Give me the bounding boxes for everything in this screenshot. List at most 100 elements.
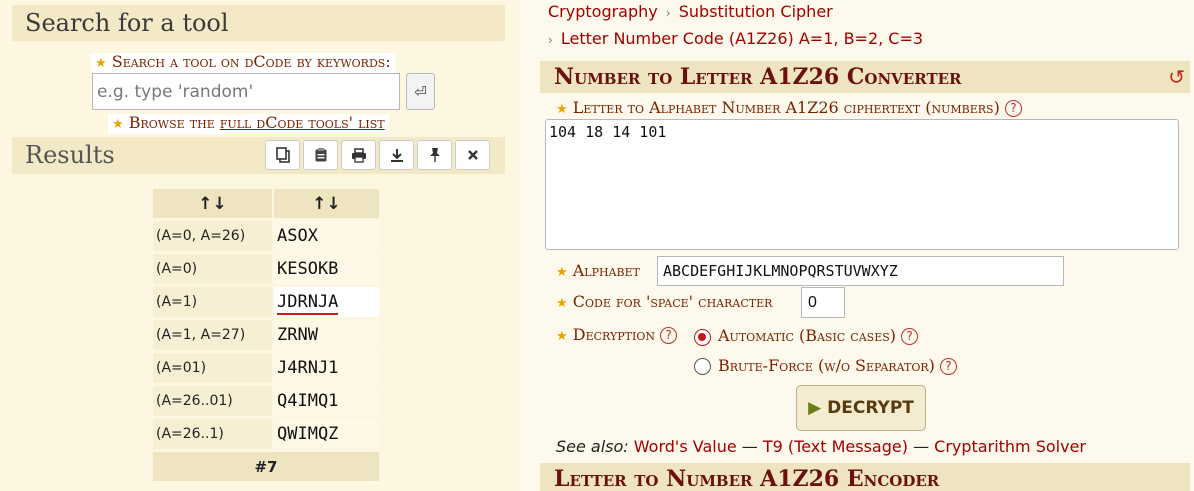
option-brute-force-text: Brute-Force (w/o Separator): [718, 356, 935, 375]
row-condition: (A=1): [153, 287, 272, 317]
option-automatic-text: Automatic (Basic cases): [718, 326, 897, 345]
converter-section-title: Number to Letter A1Z26 Converter ↺: [540, 61, 1190, 93]
alphabet-label: ★ Alphabet: [556, 261, 640, 280]
breadcrumb-separator-icon: ›: [548, 33, 553, 47]
table-row: (A=0, A=26) ASOX: [153, 221, 379, 251]
decrypt-button-label: DECRYPT: [827, 398, 914, 418]
results-table: ↑↓ ↑↓ (A=0, A=26) ASOX (A=0) KESOKB (A=1…: [151, 186, 381, 484]
space-code-label: ★ Code for 'space' character: [556, 292, 772, 311]
ciphertext-label: ★ Letter to Alphabet Number A1Z26 cipher…: [556, 98, 1022, 117]
row-value: ZRNW: [274, 320, 379, 350]
link-cryptarithm-solver[interactable]: Cryptarithm Solver: [934, 437, 1086, 456]
close-button[interactable]: [455, 140, 490, 170]
left-panel: Search for a tool ★ Search a tool on dCo…: [0, 0, 520, 491]
copy-button[interactable]: [265, 140, 300, 170]
results-count: #7: [153, 452, 379, 481]
breadcrumb-separator-icon: ›: [665, 6, 671, 20]
print-icon: [351, 147, 366, 163]
star-icon: ★: [112, 117, 124, 132]
see-also-separator: —: [913, 437, 930, 456]
decrypt-button[interactable]: ▶ DECRYPT: [796, 385, 926, 431]
encoder-section-title: Letter to Number A1Z26 Encoder: [540, 463, 1190, 491]
link-words-value[interactable]: Word's Value: [634, 437, 737, 456]
browse-prefix: Browse the: [128, 113, 220, 132]
radio-brute-force[interactable]: [694, 358, 711, 375]
decryption-label-text: Decryption: [572, 325, 655, 344]
search-input[interactable]: [92, 73, 400, 110]
results-toolbar: [265, 140, 490, 170]
right-panel: Cryptography › Substitution Cipher › Let…: [527, 0, 1194, 491]
decryption-label: ★ Decryption ?: [556, 325, 678, 344]
row-value-text: JDRNJA: [277, 292, 339, 315]
table-row: (A=26..01) Q4IMQ1: [153, 386, 379, 416]
breadcrumb-a1z26[interactable]: Letter Number Code (A1Z26) A=1, B=2, C=3: [561, 29, 923, 48]
keyword-label-text: Search a tool on dCode by keywords:: [111, 52, 391, 71]
star-icon: ★: [556, 296, 568, 311]
keyword-label: ★ Search a tool on dCode by keywords:: [91, 53, 395, 73]
see-also: See also: Word's Value — T9 (Text Messag…: [556, 437, 1086, 456]
copy-icon: [275, 147, 290, 163]
enter-icon: ⏎: [414, 82, 427, 101]
help-icon[interactable]: ?: [901, 328, 919, 345]
table-row: (A=1, A=27) ZRNW: [153, 320, 379, 350]
row-condition: (A=26..01): [153, 386, 272, 416]
help-icon[interactable]: ?: [1004, 100, 1022, 117]
see-also-label: See also:: [556, 437, 629, 456]
converter-title-text: Number to Letter A1Z26 Converter: [554, 64, 962, 90]
ciphertext-label-text: Letter to Alphabet Number A1Z26 cipherte…: [572, 98, 1000, 117]
star-icon: ★: [556, 329, 568, 344]
alphabet-input[interactable]: [657, 256, 1064, 286]
table-row: (A=0) KESOKB: [153, 254, 379, 284]
row-condition: (A=0, A=26): [153, 221, 272, 251]
row-value: J4RNJ1: [274, 353, 379, 383]
row-value-highlighted: JDRNJA: [274, 287, 379, 317]
download-icon: [390, 148, 403, 162]
row-value: KESOKB: [274, 254, 379, 284]
close-icon: [467, 150, 478, 160]
print-button[interactable]: [341, 140, 376, 170]
breadcrumb-substitution-cipher[interactable]: Substitution Cipher: [679, 2, 833, 21]
breadcrumb-cryptography[interactable]: Cryptography: [548, 2, 658, 21]
star-icon: ★: [556, 265, 568, 280]
row-condition: (A=26..1): [153, 419, 272, 449]
row-condition: (A=1, A=27): [153, 320, 272, 350]
sort-value-header[interactable]: ↑↓: [274, 189, 379, 218]
see-also-separator: —: [741, 437, 758, 456]
clipboard-button[interactable]: [303, 140, 338, 170]
browse-tools: ★ Browse the full dCode tools' list: [108, 114, 389, 134]
search-section-title: Search for a tool: [12, 5, 505, 41]
space-code-input[interactable]: [801, 287, 845, 318]
star-icon: ★: [95, 56, 107, 71]
sort-condition-header[interactable]: ↑↓: [153, 189, 272, 218]
alphabet-label-text: Alphabet: [572, 261, 640, 280]
reload-icon[interactable]: ↺: [1168, 61, 1185, 94]
breadcrumb-current: › Letter Number Code (A1Z26) A=1, B=2, C…: [548, 29, 923, 48]
search-button[interactable]: ⏎: [406, 73, 435, 110]
pin-icon: [429, 148, 440, 162]
row-condition: (A=0): [153, 254, 272, 284]
table-row: (A=1) JDRNJA: [153, 287, 379, 317]
clipboard-icon: [315, 148, 326, 162]
breadcrumb: Cryptography › Substitution Cipher: [548, 2, 833, 21]
option-automatic[interactable]: Automatic (Basic cases) ?: [718, 326, 919, 345]
pin-button[interactable]: [417, 140, 452, 170]
link-t9[interactable]: T9 (Text Message): [763, 437, 908, 456]
download-button[interactable]: [379, 140, 414, 170]
results-header-row: ↑↓ ↑↓: [153, 189, 379, 218]
star-icon: ★: [556, 102, 568, 117]
table-row: (A=01) J4RNJ1: [153, 353, 379, 383]
full-tools-list-link[interactable]: full dCode tools' list: [220, 113, 385, 132]
row-condition: (A=01): [153, 353, 272, 383]
play-icon: ▶: [808, 398, 822, 418]
row-value: Q4IMQ1: [274, 386, 379, 416]
row-value: ASOX: [274, 221, 379, 251]
row-value: QWIMQZ: [274, 419, 379, 449]
table-row: (A=26..1) QWIMQZ: [153, 419, 379, 449]
space-code-label-text: Code for 'space' character: [572, 292, 773, 311]
results-footer-row: #7: [153, 452, 379, 481]
ciphertext-input[interactable]: 104 18 14 101: [545, 119, 1179, 250]
help-icon[interactable]: ?: [939, 358, 957, 375]
radio-automatic[interactable]: [694, 329, 711, 346]
help-icon[interactable]: ?: [660, 327, 678, 344]
option-brute-force[interactable]: Brute-Force (w/o Separator) ?: [718, 356, 957, 375]
